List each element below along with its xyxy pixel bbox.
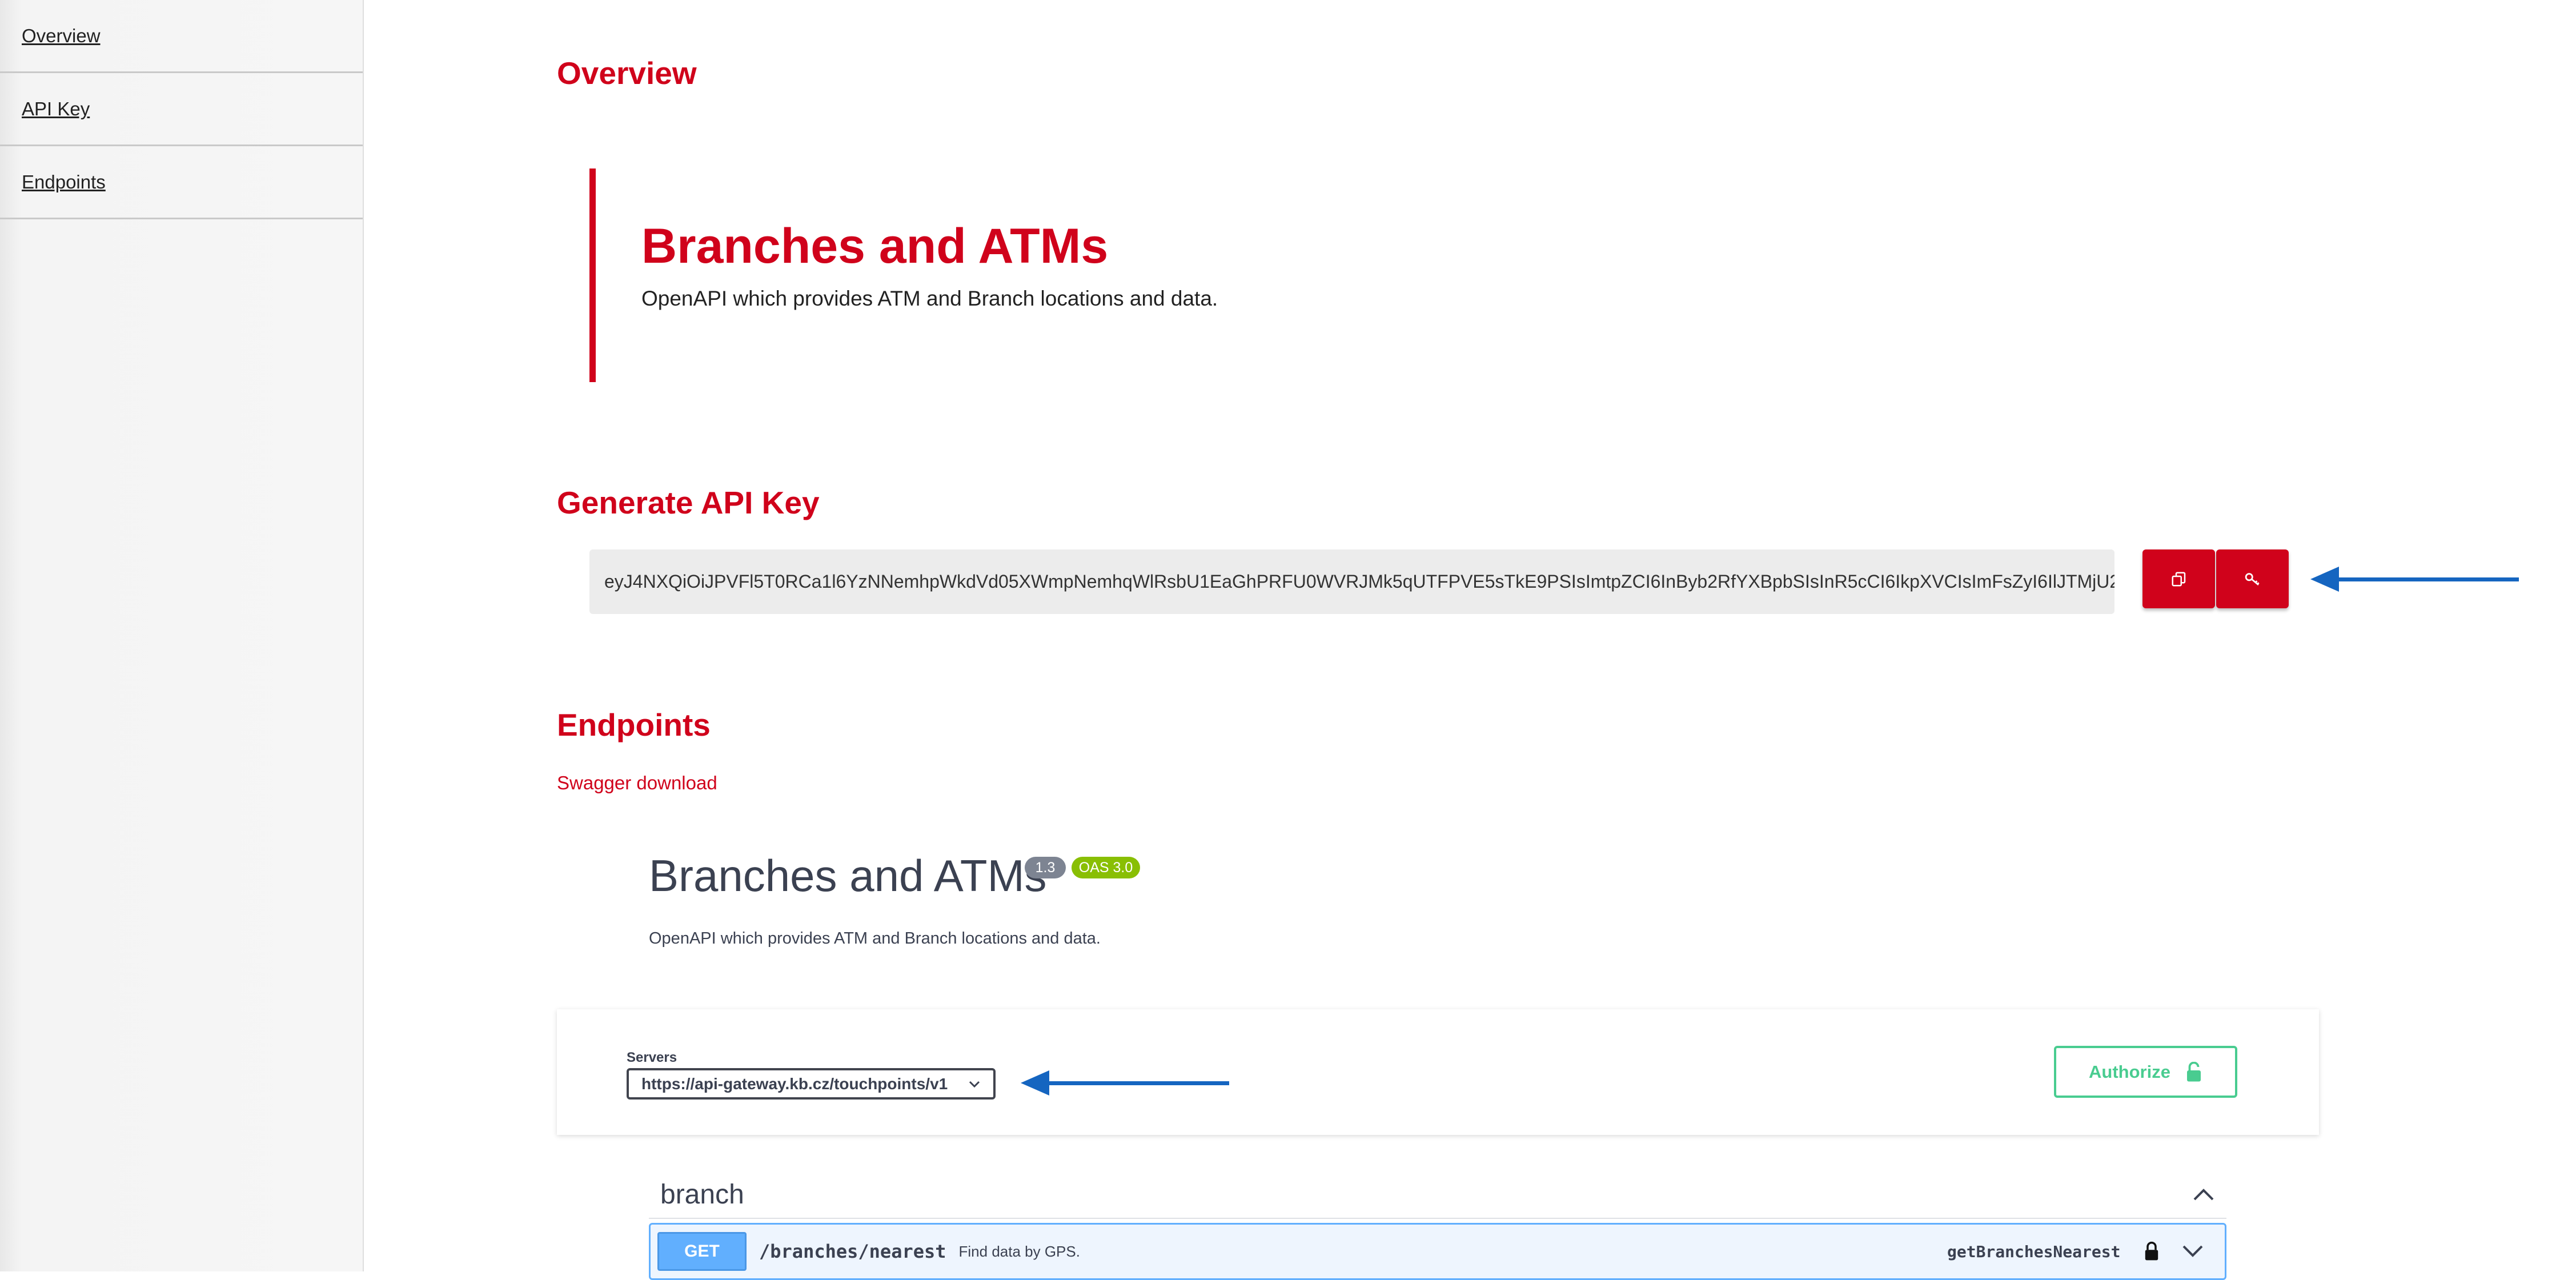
key-icon xyxy=(2245,572,2260,585)
servers-select[interactable]: https://api-gateway.kb.cz/touchpoints/v1 xyxy=(627,1068,996,1100)
chevron-up-icon[interactable] xyxy=(2192,1187,2215,1202)
copy-key-button[interactable] xyxy=(2142,549,2215,608)
overview-heading: Overview xyxy=(557,55,697,91)
sidebar-item-overview[interactable]: Overview xyxy=(0,0,363,73)
endpoints-heading: Endpoints xyxy=(557,707,711,743)
swagger-title: Branches and ATMs xyxy=(649,850,1047,901)
api-key-heading: Generate API Key xyxy=(557,485,820,520)
version-badge: 1.3 xyxy=(1025,857,1066,878)
servers-selected-value: https://api-gateway.kb.cz/touchpoints/v1 xyxy=(641,1074,948,1093)
authorize-label: Authorize xyxy=(2089,1061,2170,1082)
sidebar-item-api-key[interactable]: API Key xyxy=(0,73,363,146)
http-method-badge: GET xyxy=(657,1232,747,1271)
sidebar-link-api-key[interactable]: API Key xyxy=(22,98,90,120)
chevron-down-icon xyxy=(969,1081,980,1088)
sidebar-link-endpoints[interactable]: Endpoints xyxy=(22,171,106,193)
unlock-icon xyxy=(2186,1061,2201,1081)
tag-branch-header[interactable]: branch xyxy=(649,1171,2226,1219)
sidebar: Overview API Key Endpoints xyxy=(0,0,364,1271)
servers-label: Servers xyxy=(627,1050,677,1065)
copy-icon xyxy=(2172,572,2185,586)
arrow-annotation-icon xyxy=(2310,567,2519,592)
tag-name: branch xyxy=(660,1179,744,1210)
generate-key-button[interactable] xyxy=(2216,549,2289,608)
overview-card xyxy=(589,168,1110,382)
operation-path: /branches/nearest xyxy=(759,1241,946,1262)
api-key-field[interactable]: eyJ4NXQiOiJPVFl5T0RCa1l6YzNNemhpWkdVd05X… xyxy=(589,549,2114,614)
arrow-annotation-icon xyxy=(1021,1070,1229,1096)
sidebar-link-overview[interactable]: Overview xyxy=(22,25,101,47)
oas-badge: OAS 3.0 xyxy=(1072,857,1140,878)
chevron-down-icon[interactable] xyxy=(2181,1244,2204,1259)
overview-card-description: OpenAPI which provides ATM and Branch lo… xyxy=(641,287,1218,310)
operation-summary: Find data by GPS. xyxy=(958,1242,1080,1260)
overview-card-title: Branches and ATMs xyxy=(641,219,1109,274)
api-key-value: eyJ4NXQiOiJPVFl5T0RCa1l6YzNNemhpWkdVd05X… xyxy=(604,571,2114,592)
swagger-download-link[interactable]: Swagger download xyxy=(557,772,717,794)
lock-icon[interactable] xyxy=(2144,1241,2160,1262)
authorize-button[interactable]: Authorize xyxy=(2054,1046,2237,1098)
swagger-description: OpenAPI which provides ATM and Branch lo… xyxy=(649,929,1101,948)
operation-id: getBranchesNearest xyxy=(1947,1242,2121,1261)
operation-get-branches-nearest[interactable]: GET /branches/nearest Find data by GPS. … xyxy=(649,1223,2226,1280)
sidebar-item-endpoints[interactable]: Endpoints xyxy=(0,146,363,219)
